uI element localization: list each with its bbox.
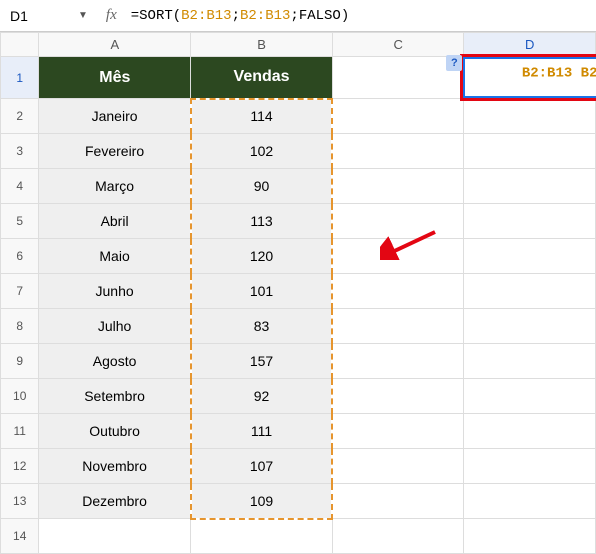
cell-a13[interactable]: Dezembro xyxy=(39,484,191,519)
cell-d5[interactable] xyxy=(464,204,596,239)
cell-d12[interactable] xyxy=(464,449,596,484)
cell-b13[interactable]: 109 xyxy=(191,484,333,519)
cell-c13[interactable] xyxy=(332,484,464,519)
cell-a6[interactable]: Maio xyxy=(39,239,191,274)
cell-d7[interactable] xyxy=(464,274,596,309)
cell-c5[interactable] xyxy=(332,204,464,239)
cell-d2[interactable] xyxy=(464,99,596,134)
cell-c9[interactable] xyxy=(332,344,464,379)
cell-a14[interactable] xyxy=(39,519,191,554)
row-header-3[interactable]: 3 xyxy=(1,134,39,169)
cell-d11[interactable] xyxy=(464,414,596,449)
row-header-7[interactable]: 7 xyxy=(1,274,39,309)
cell-a9[interactable]: Agosto xyxy=(39,344,191,379)
row-header-4[interactable]: 4 xyxy=(1,169,39,204)
cell-b7[interactable]: 101 xyxy=(191,274,333,309)
cell-b1[interactable]: Vendas xyxy=(191,57,333,99)
col-header-b[interactable]: B xyxy=(191,33,333,57)
cell-c6[interactable] xyxy=(332,239,464,274)
row-header-14[interactable]: 14 xyxy=(1,519,39,554)
row-header-9[interactable]: 9 xyxy=(1,344,39,379)
spreadsheet-grid[interactable]: A B C D 1 Mês Vendas ? =SORT(B2:B13;B2:B… xyxy=(0,32,596,554)
fx-icon[interactable]: fx xyxy=(106,7,117,24)
cell-c10[interactable] xyxy=(332,379,464,414)
cell-d3[interactable] xyxy=(464,134,596,169)
cell-a3[interactable]: Fevereiro xyxy=(39,134,191,169)
cell-a4[interactable]: Março xyxy=(39,169,191,204)
cell-b11[interactable]: 111 xyxy=(191,414,333,449)
name-box-dropdown-icon[interactable]: ▼ xyxy=(78,10,88,21)
row-header-11[interactable]: 11 xyxy=(1,414,39,449)
name-box[interactable]: D1 xyxy=(6,6,66,26)
formula-bar-row: D1 ▼ fx =SORT(B2:B13;B2:B13;FALSO) xyxy=(0,0,596,32)
row-header-10[interactable]: 10 xyxy=(1,379,39,414)
col-header-c[interactable]: C xyxy=(332,33,464,57)
cell-d10[interactable] xyxy=(464,379,596,414)
col-header-a[interactable]: A xyxy=(39,33,191,57)
cell-b6[interactable]: 120 xyxy=(191,239,333,274)
cell-a8[interactable]: Julho xyxy=(39,309,191,344)
cell-d14[interactable] xyxy=(464,519,596,554)
cell-b4[interactable]: 90 xyxy=(191,169,333,204)
cell-c4[interactable] xyxy=(332,169,464,204)
row-header-13[interactable]: 13 xyxy=(1,484,39,519)
cell-b8[interactable]: 83 xyxy=(191,309,333,344)
cell-b5[interactable]: 113 xyxy=(191,204,333,239)
cell-d9[interactable] xyxy=(464,344,596,379)
cell-d4[interactable] xyxy=(464,169,596,204)
row-header-5[interactable]: 5 xyxy=(1,204,39,239)
cell-d13[interactable] xyxy=(464,484,596,519)
cell-a10[interactable]: Setembro xyxy=(39,379,191,414)
row-header-8[interactable]: 8 xyxy=(1,309,39,344)
in-cell-formula-editor[interactable]: =SORT(B2:B13;B2:B13;FALSO) xyxy=(463,57,596,98)
cell-b10[interactable]: 92 xyxy=(191,379,333,414)
cell-c12[interactable] xyxy=(332,449,464,484)
cell-a12[interactable]: Novembro xyxy=(39,449,191,484)
cell-d6[interactable] xyxy=(464,239,596,274)
cell-b12[interactable]: 107 xyxy=(191,449,333,484)
row-header-6[interactable]: 6 xyxy=(1,239,39,274)
col-header-d[interactable]: D xyxy=(464,33,596,57)
row-header-1[interactable]: 1 xyxy=(1,57,39,99)
cell-c14[interactable] xyxy=(332,519,464,554)
cell-a2[interactable]: Janeiro xyxy=(39,99,191,134)
cell-a5[interactable]: Abril xyxy=(39,204,191,239)
cell-d1-active[interactable]: ? =SORT(B2:B13;B2:B13;FALSO) xyxy=(464,57,596,99)
cell-c2[interactable] xyxy=(332,99,464,134)
formula-help-icon[interactable]: ? xyxy=(446,55,462,71)
cell-c7[interactable] xyxy=(332,274,464,309)
cell-c3[interactable] xyxy=(332,134,464,169)
cell-c11[interactable] xyxy=(332,414,464,449)
select-all-corner[interactable] xyxy=(1,33,39,57)
cell-b3[interactable]: 102 xyxy=(191,134,333,169)
cell-b2[interactable]: 114 xyxy=(191,99,333,134)
cell-a7[interactable]: Junho xyxy=(39,274,191,309)
cell-c1[interactable] xyxy=(332,57,464,99)
cell-c8[interactable] xyxy=(332,309,464,344)
row-header-12[interactable]: 12 xyxy=(1,449,39,484)
cell-a1[interactable]: Mês xyxy=(39,57,191,99)
cell-b9[interactable]: 157 xyxy=(191,344,333,379)
cell-a11[interactable]: Outubro xyxy=(39,414,191,449)
row-header-2[interactable]: 2 xyxy=(1,99,39,134)
formula-bar-input[interactable]: =SORT(B2:B13;B2:B13;FALSO) xyxy=(131,8,350,24)
cell-b14[interactable] xyxy=(191,519,333,554)
cell-d8[interactable] xyxy=(464,309,596,344)
